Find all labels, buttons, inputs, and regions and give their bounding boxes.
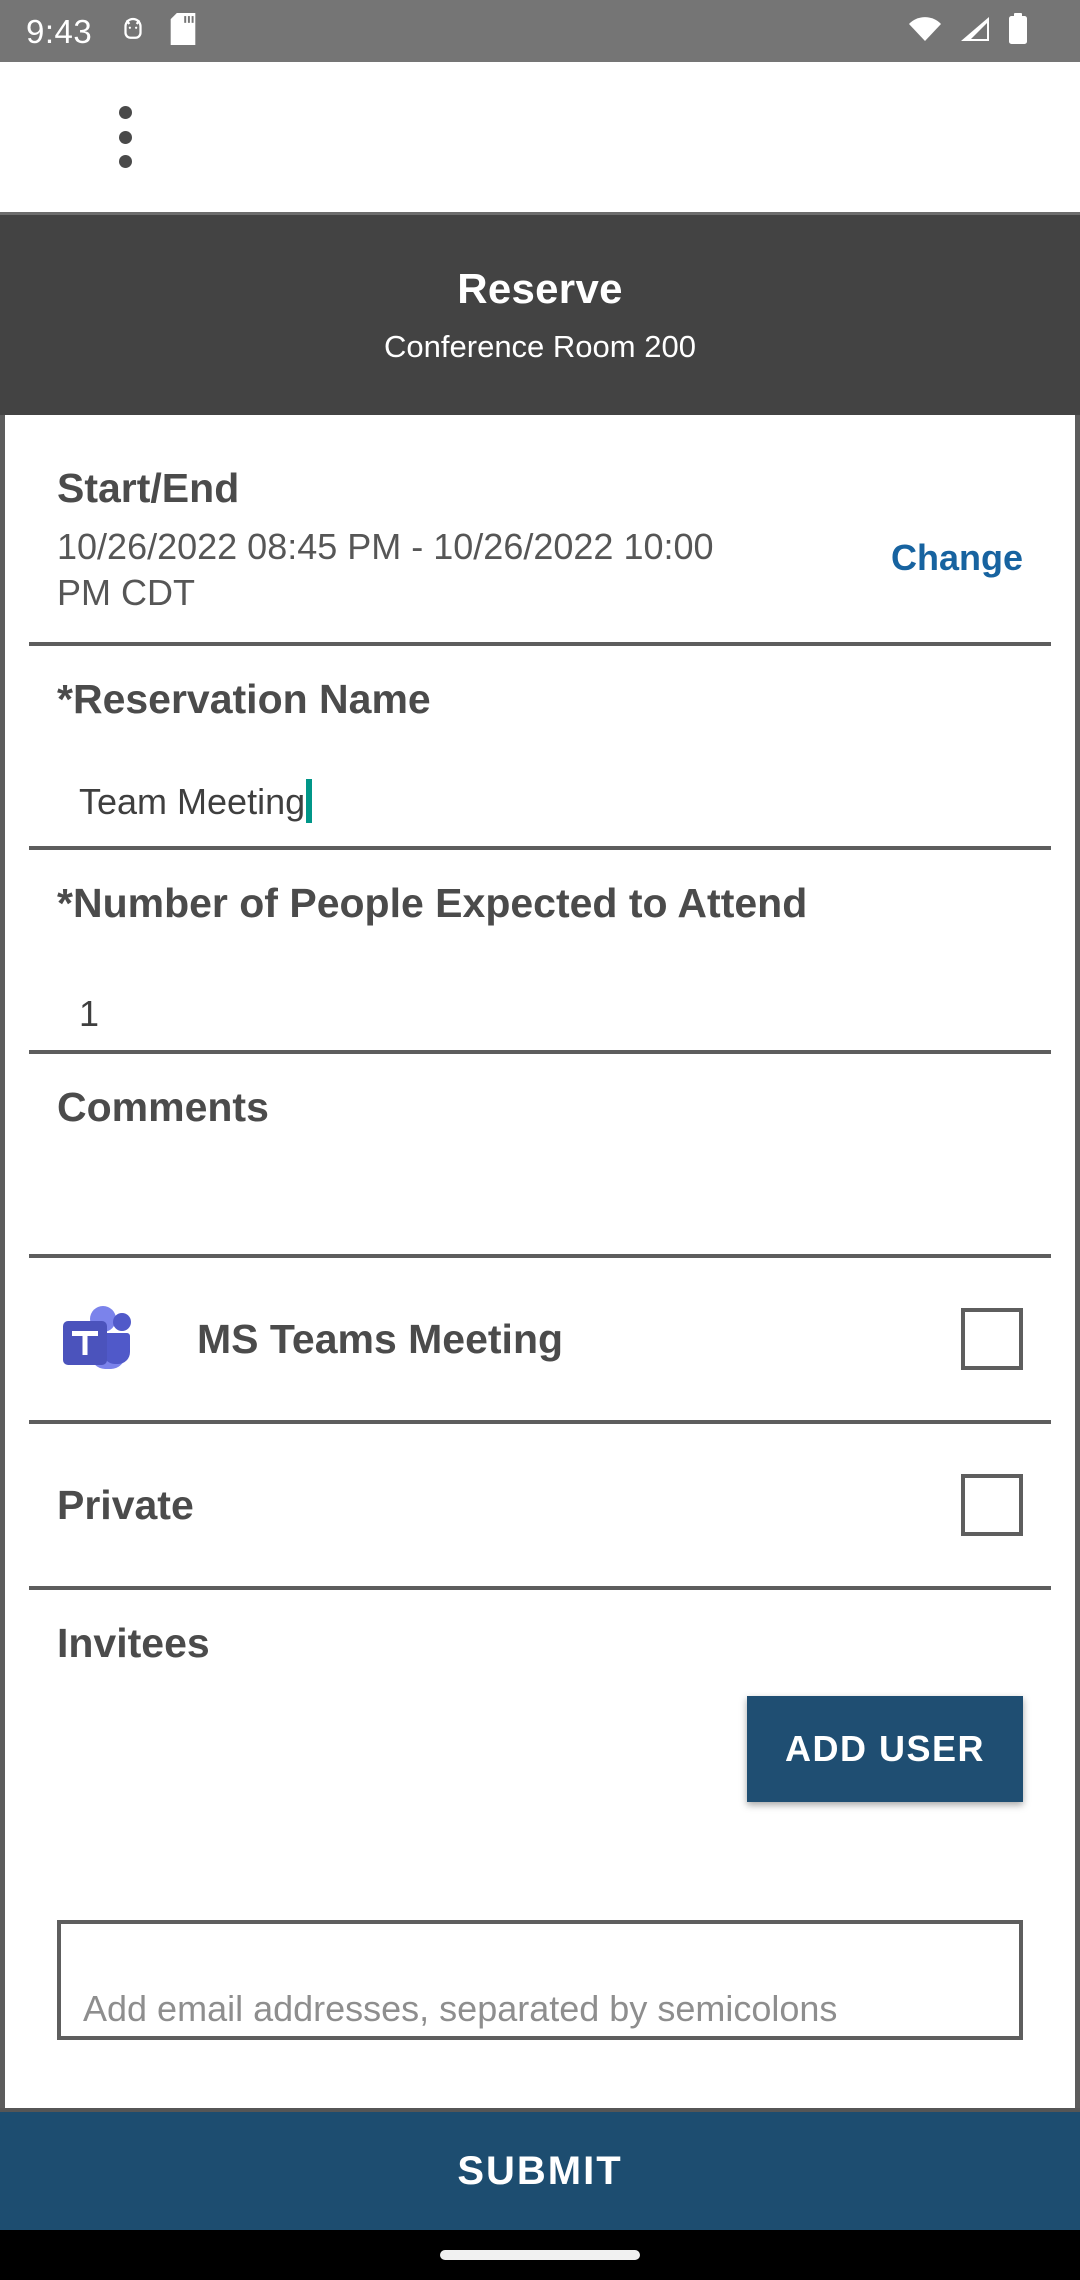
overflow-dot-2 <box>118 130 132 144</box>
ms-teams-logo-icon <box>57 1299 137 1379</box>
ms-teams-meeting-label: MS Teams Meeting <box>197 1315 564 1362</box>
wifi-icon <box>908 15 942 48</box>
ms-teams-meeting-checkbox[interactable] <box>961 1308 1023 1371</box>
reservation-name-input[interactable]: Team Meeting <box>79 779 313 824</box>
page-subtitle: Conference Room 200 <box>384 329 696 364</box>
start-end-label: Start/End <box>57 465 240 511</box>
home-gesture-pill[interactable] <box>440 2250 640 2260</box>
attendee-count-section[interactable]: *Number of People Expected to Attend 1 <box>5 850 1075 1050</box>
submit-button[interactable]: SUBMIT <box>0 2108 1080 2230</box>
text-caret <box>306 779 313 824</box>
invitee-email-placeholder: Add email addresses, separated by semico… <box>83 1988 838 2030</box>
invitee-email-input[interactable]: Add email addresses, separated by semico… <box>57 1920 1023 2041</box>
invitees-section: Invitees ADD USER <box>5 1590 1075 1920</box>
private-label: Private <box>57 1481 194 1528</box>
phone-screen: 9:43 Reserve Conference Room 200 Start/E… <box>0 0 1080 2280</box>
attendee-count-label: *Number of People Expected to Attend <box>57 880 808 927</box>
android-bug-icon <box>118 14 148 49</box>
start-end-value: 10/26/2022 08:45 PM - 10/26/2022 10:00 P… <box>57 526 714 614</box>
change-datetime-link[interactable]: Change <box>891 537 1023 579</box>
reservation-form: Start/End 10/26/2022 08:45 PM - 10/26/20… <box>0 415 1080 2115</box>
comments-section[interactable]: Comments <box>5 1054 1075 1254</box>
overflow-dot-1 <box>118 106 132 119</box>
reservation-name-value: Team Meeting <box>79 781 306 823</box>
invitees-label: Invitees <box>57 1620 210 1667</box>
status-bar-system-icons <box>908 12 1028 50</box>
status-bar-notification-icons <box>118 12 196 50</box>
submit-button-label: SUBMIT <box>457 2148 623 2193</box>
reservation-name-label: *Reservation Name <box>57 676 431 723</box>
status-bar: 9:43 <box>0 0 1080 62</box>
more-vertical-icon[interactable] <box>98 100 152 174</box>
app-toolbar <box>0 62 1080 212</box>
status-bar-clock: 9:43 <box>26 12 93 50</box>
comments-label: Comments <box>57 1084 269 1131</box>
ms-teams-meeting-row[interactable]: MS Teams Meeting <box>5 1258 1075 1420</box>
page-header: Reserve Conference Room 200 <box>0 212 1080 415</box>
overflow-dot-3 <box>118 155 132 168</box>
private-checkbox[interactable] <box>961 1474 1023 1537</box>
page-title: Reserve <box>457 265 623 312</box>
android-navigation-bar <box>0 2230 1080 2280</box>
battery-icon <box>1008 12 1028 50</box>
add-user-button[interactable]: ADD USER <box>746 1696 1023 1803</box>
reservation-name-section[interactable]: *Reservation Name Team Meeting <box>5 646 1075 846</box>
sd-card-icon <box>170 12 196 50</box>
private-row[interactable]: Private <box>5 1424 1075 1586</box>
start-end-section: Start/End 10/26/2022 08:45 PM - 10/26/20… <box>5 415 1075 642</box>
attendee-count-input[interactable]: 1 <box>79 993 99 1035</box>
cellular-signal-icon <box>959 15 991 48</box>
